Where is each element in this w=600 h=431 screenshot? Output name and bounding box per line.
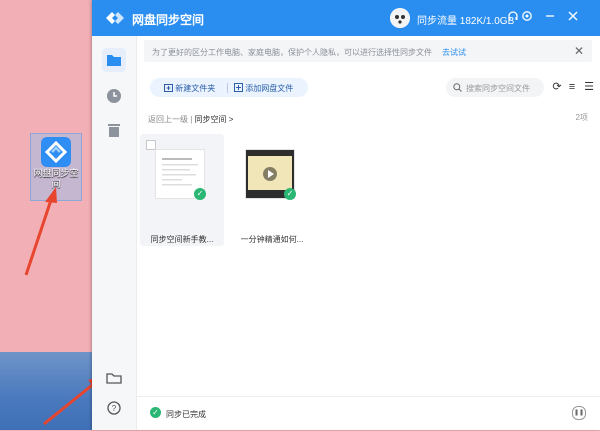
file-item[interactable]: ✓ 一分钟精通如何... <box>230 134 314 246</box>
svg-text:?: ? <box>112 404 117 413</box>
trash-icon <box>108 124 120 137</box>
file-checkbox[interactable] <box>146 140 156 150</box>
help-icon: ? <box>107 401 121 415</box>
search-input[interactable]: 搜索同步空间文件 <box>446 78 544 97</box>
folder-icon <box>107 55 121 66</box>
breadcrumb-arrow-icon: > <box>228 115 234 124</box>
refresh-icon[interactable]: ⟳ <box>550 80 564 94</box>
sidebar-item-trash[interactable] <box>102 118 126 142</box>
title-bar[interactable]: 网盘同步空间 同步流量 182K/1.0GB <box>92 0 600 36</box>
file-item[interactable]: ✓ 同步空间新手教... <box>140 134 224 246</box>
list-view-icon[interactable]: ☰ <box>582 80 596 94</box>
headset-support-icon[interactable] <box>506 10 520 24</box>
app-title: 网盘同步空间 <box>132 13 205 27</box>
new-folder-label: 新建文件夹 <box>175 84 216 93</box>
sidebar-item-open-folder[interactable] <box>102 366 126 390</box>
desktop-shortcut-label: 网盘同步空间 <box>33 168 79 189</box>
sidebar-item-files[interactable] <box>102 48 126 72</box>
new-folder-icon <box>164 84 173 92</box>
toolbar-actions: 新建文件夹 添加网盘文件 <box>150 78 308 97</box>
synced-check-icon: ✓ <box>284 188 296 200</box>
avatar[interactable] <box>390 8 410 28</box>
toolbar-divider <box>227 83 228 93</box>
file-name: 一分钟精通如何... <box>240 235 304 244</box>
taskbar-area <box>0 352 92 430</box>
add-cloud-file-button[interactable]: 添加网盘文件 <box>234 83 293 94</box>
new-folder-button[interactable]: 新建文件夹 <box>164 83 215 94</box>
sync-space-window: 网盘同步空间 同步流量 182K/1.0GB ? 为了更好的区分工作电脑、家庭电… <box>92 0 600 430</box>
close-window-icon[interactable] <box>566 10 580 24</box>
sync-status-text: 同步已完成 <box>166 410 206 419</box>
add-file-icon <box>234 83 243 92</box>
notice-banner: 为了更好的区分工作电脑、家庭电脑，保护个人隐私，可以进行选择性同步文件 去试试 … <box>144 40 592 62</box>
breadcrumb-back-link[interactable]: 返回上一级 <box>148 115 188 124</box>
file-name: 同步空间新手教... <box>150 235 214 244</box>
search-icon <box>453 83 462 92</box>
status-bar: ✓ 同步已完成 ❚❚ <box>136 396 600 431</box>
sidebar-item-recent[interactable] <box>102 84 126 108</box>
sidebar: ? <box>92 36 137 430</box>
sort-icon[interactable]: ≡ <box>565 80 579 94</box>
clock-icon <box>107 89 121 103</box>
search-placeholder: 搜索同步空间文件 <box>466 84 530 93</box>
sync-traffic-label: 同步流量 182K/1.0GB <box>417 16 515 27</box>
desktop-shortcut-sync-space[interactable]: 网盘同步空间 <box>30 133 82 201</box>
minimize-icon[interactable] <box>543 10 557 24</box>
sync-space-logo-icon <box>41 137 71 167</box>
synced-check-icon: ✓ <box>194 188 206 200</box>
notice-close-icon[interactable]: ✕ <box>574 44 584 58</box>
notice-link-try[interactable]: 去试试 <box>442 47 466 58</box>
open-folder-icon <box>106 373 122 384</box>
add-file-label: 添加网盘文件 <box>245 84 294 93</box>
sync-complete-icon: ✓ <box>150 407 161 418</box>
notice-text: 为了更好的区分工作电脑、家庭电脑，保护个人隐私，可以进行选择性同步文件 <box>152 48 432 57</box>
app-logo-icon <box>106 12 124 24</box>
main-panel: 为了更好的区分工作电脑、家庭电脑，保护个人隐私，可以进行选择性同步文件 去试试 … <box>136 36 600 430</box>
sidebar-item-help[interactable]: ? <box>102 396 126 420</box>
settings-gear-icon[interactable] <box>520 10 534 24</box>
item-count: 2项 <box>575 113 588 122</box>
breadcrumb-current[interactable]: 同步空间 <box>195 115 227 124</box>
breadcrumb: 返回上一级 | 同步空间 > <box>148 114 233 125</box>
pause-icon[interactable]: ❚❚ <box>572 406 586 420</box>
